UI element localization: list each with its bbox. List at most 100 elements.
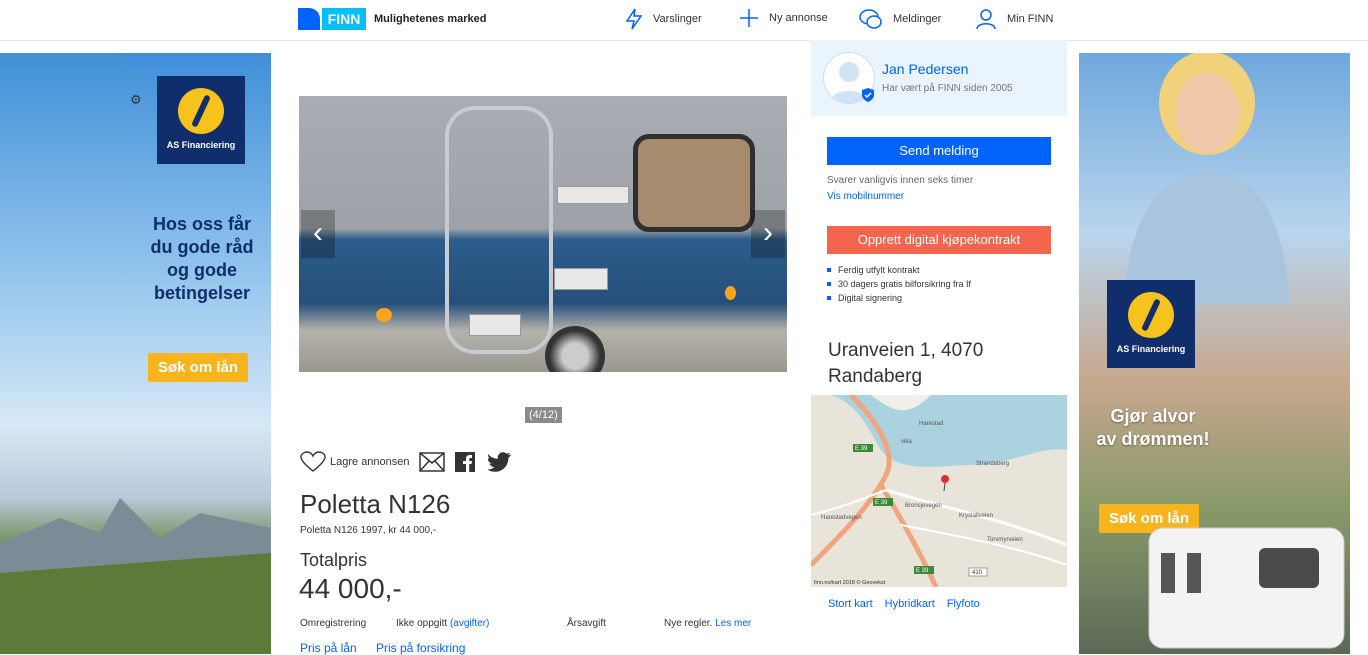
ad-brand-logo: AS Financiering <box>157 76 245 164</box>
ad-right-banner[interactable]: AS Financiering Gjør alvor av drømmen! S… <box>1079 53 1350 654</box>
ad-brand-logo: AS Financiering <box>1107 280 1195 368</box>
map-label: Bronsjevegen <box>905 503 942 509</box>
finn-logo-mark-icon <box>298 8 320 30</box>
hybrid-map-link[interactable]: Hybridkart <box>885 598 935 610</box>
caravan-vent-shape <box>557 186 629 204</box>
create-contract-button[interactable]: Opprett digital kjøpekontrakt <box>827 226 1051 254</box>
facebook-share-icon[interactable] <box>454 452 475 472</box>
listing-address: Uranveien 1, 4070 Randaberg <box>828 338 983 390</box>
list-item: Digital signering <box>827 291 971 305</box>
caravan-window-shape <box>633 134 755 232</box>
loan-price-link[interactable]: Pris på lån <box>300 641 357 655</box>
finn-logo[interactable]: FINN Mulighetenes marked <box>298 8 486 30</box>
ad-headline-line: av drømmen! <box>1096 429 1210 449</box>
gallery-counter: (4/12) <box>525 407 562 423</box>
price-label: Totalpris <box>300 550 368 570</box>
ad-headline-line: Gjør alvor <box>1110 406 1196 426</box>
nav-meldinger[interactable]: Meldinger <box>859 8 941 30</box>
slogan: Mulighetenes marked <box>374 13 487 25</box>
ad-brand-logo-icon <box>1128 292 1174 338</box>
map-road-number: 410 <box>972 570 983 576</box>
map-label: Harestadvegen <box>821 515 862 521</box>
list-item: 30 dagers gratis bilforsikring fra If <box>827 277 971 291</box>
nav-ny-annonse[interactable]: Ny annonse <box>739 8 828 28</box>
nav-label: Varslinger <box>653 13 702 25</box>
nav-label: Min FINN <box>1007 13 1054 25</box>
gallery-prev-button[interactable]: ‹ <box>301 210 335 258</box>
ad-headline-line: betingelser <box>153 283 251 303</box>
registration-label: Omregistrering <box>300 618 367 629</box>
caravan-vent-shape <box>469 314 521 336</box>
map-label: Torvmyrveien <box>987 537 1023 543</box>
map-label: Krystallveien <box>959 513 993 519</box>
ad-right-headline: Gjør alvor av drømmen! <box>1079 405 1227 451</box>
user-icon <box>976 9 996 30</box>
nav-varslinger[interactable]: Varslinger <box>625 8 702 30</box>
nav-label: Meldinger <box>893 13 942 25</box>
twitter-share-icon[interactable] <box>487 452 512 472</box>
save-listing-label: Lagre annonsen <box>330 456 410 468</box>
listing-photo[interactable] <box>299 96 787 372</box>
listing-actions: Lagre annonsen <box>300 451 512 473</box>
annual-fee-label: Årsavgift <box>567 618 606 629</box>
location-map[interactable]: Harestad vika Strandaberg E 39 E 39 E 39… <box>811 395 1067 587</box>
ad-headline-line: Hos oss får <box>152 214 252 234</box>
map-graphic: Harestad vika Strandaberg E 39 E 39 E 39… <box>811 395 1067 587</box>
caravan-lamp-shape <box>376 308 392 322</box>
response-time: Svarer vanligvis innen seks timer <box>827 175 974 186</box>
seller-box: Jan Pedersen Har vært på FINN siden 2005 <box>811 40 1067 116</box>
ad-left-headline: Hos oss får du gode råd og gode betingel… <box>140 213 264 305</box>
registration-value: Ikke oppgitt <box>396 618 448 629</box>
registration-value-group: Ikke oppgitt (avgifter) <box>396 618 489 629</box>
ad-person-illustration <box>1124 53 1289 303</box>
ad-settings-gear-icon[interactable]: ⚙ <box>130 92 142 108</box>
ad-brand-logo-icon <box>178 88 224 134</box>
caravan-lamp-shape <box>725 286 736 300</box>
aerial-photo-link[interactable]: Flyfoto <box>947 598 980 610</box>
listing-subtitle: Poletta N126 1997, kr 44 000,- <box>300 525 437 536</box>
map-road-label: E 39 <box>875 500 888 506</box>
ad-brand-name: AS Financiering <box>166 140 236 150</box>
bolt-icon <box>625 8 643 30</box>
fees-link[interactable]: (avgifter) <box>450 618 489 629</box>
ad-left-cta-button[interactable]: Søk om lån <box>148 353 249 382</box>
map-copyright: finn.no/kart 2018 © Geovekst <box>814 579 886 586</box>
chat-icon <box>859 9 882 29</box>
seller-since: Har vært på FINN siden 2005 <box>882 83 1013 94</box>
contract-benefits-list: Ferdig utfylt kontrakt 30 dagers gratis … <box>827 263 971 305</box>
map-label: vika <box>901 439 912 445</box>
ad-mountains-illustration <box>0 498 271 654</box>
email-share-icon[interactable] <box>418 452 445 472</box>
map-label: Strandaberg <box>976 461 1009 467</box>
gallery-next-button[interactable]: › <box>751 210 785 258</box>
annual-fee-value-group: Nye regler. Les mer <box>664 618 751 629</box>
ad-left-banner[interactable]: ⚙ AS Financiering Hos oss får du gode rå… <box>0 53 271 654</box>
map-road-label: E 39 <box>916 568 929 574</box>
large-map-link[interactable]: Stort kart <box>828 598 873 610</box>
address-line: Uranveien 1, 4070 <box>828 340 984 361</box>
save-listing-button[interactable]: Lagre annonsen <box>300 451 410 473</box>
top-bar: FINN Mulighetenes marked Varslinger Ny a… <box>0 0 1368 41</box>
ad-headline-line: og gode <box>167 260 237 280</box>
read-more-link[interactable]: Les mer <box>715 618 751 629</box>
ad-headline-line: du gode råd <box>150 237 254 257</box>
nav-min-finn[interactable]: Min FINN <box>975 8 1053 30</box>
ad-caravan-illustration <box>1148 527 1345 649</box>
send-message-button[interactable]: Send melding <box>827 137 1051 165</box>
show-phone-link[interactable]: Vis mobilnummer <box>827 191 904 202</box>
ad-brand-name: AS Financiering <box>1116 344 1186 354</box>
caravan-vent-shape <box>554 268 608 290</box>
listing-title: Poletta N126 <box>300 489 451 519</box>
insurance-price-link[interactable]: Pris på forsikring <box>376 641 465 655</box>
address-line: Randaberg <box>828 366 923 387</box>
map-road-label: E 39 <box>855 446 868 452</box>
heart-icon <box>300 451 326 472</box>
nav-label: Ny annonse <box>769 12 828 24</box>
annual-fee-value: Nye regler. <box>664 618 713 629</box>
seller-name[interactable]: Jan Pedersen <box>882 61 968 77</box>
map-view-links: Stort kart Hybridkart Flyfoto <box>828 598 980 610</box>
finn-logo-text: FINN <box>322 8 366 30</box>
plus-icon <box>740 9 758 27</box>
verified-badge-icon <box>862 88 874 102</box>
caravan-wheel-shape <box>545 326 605 372</box>
